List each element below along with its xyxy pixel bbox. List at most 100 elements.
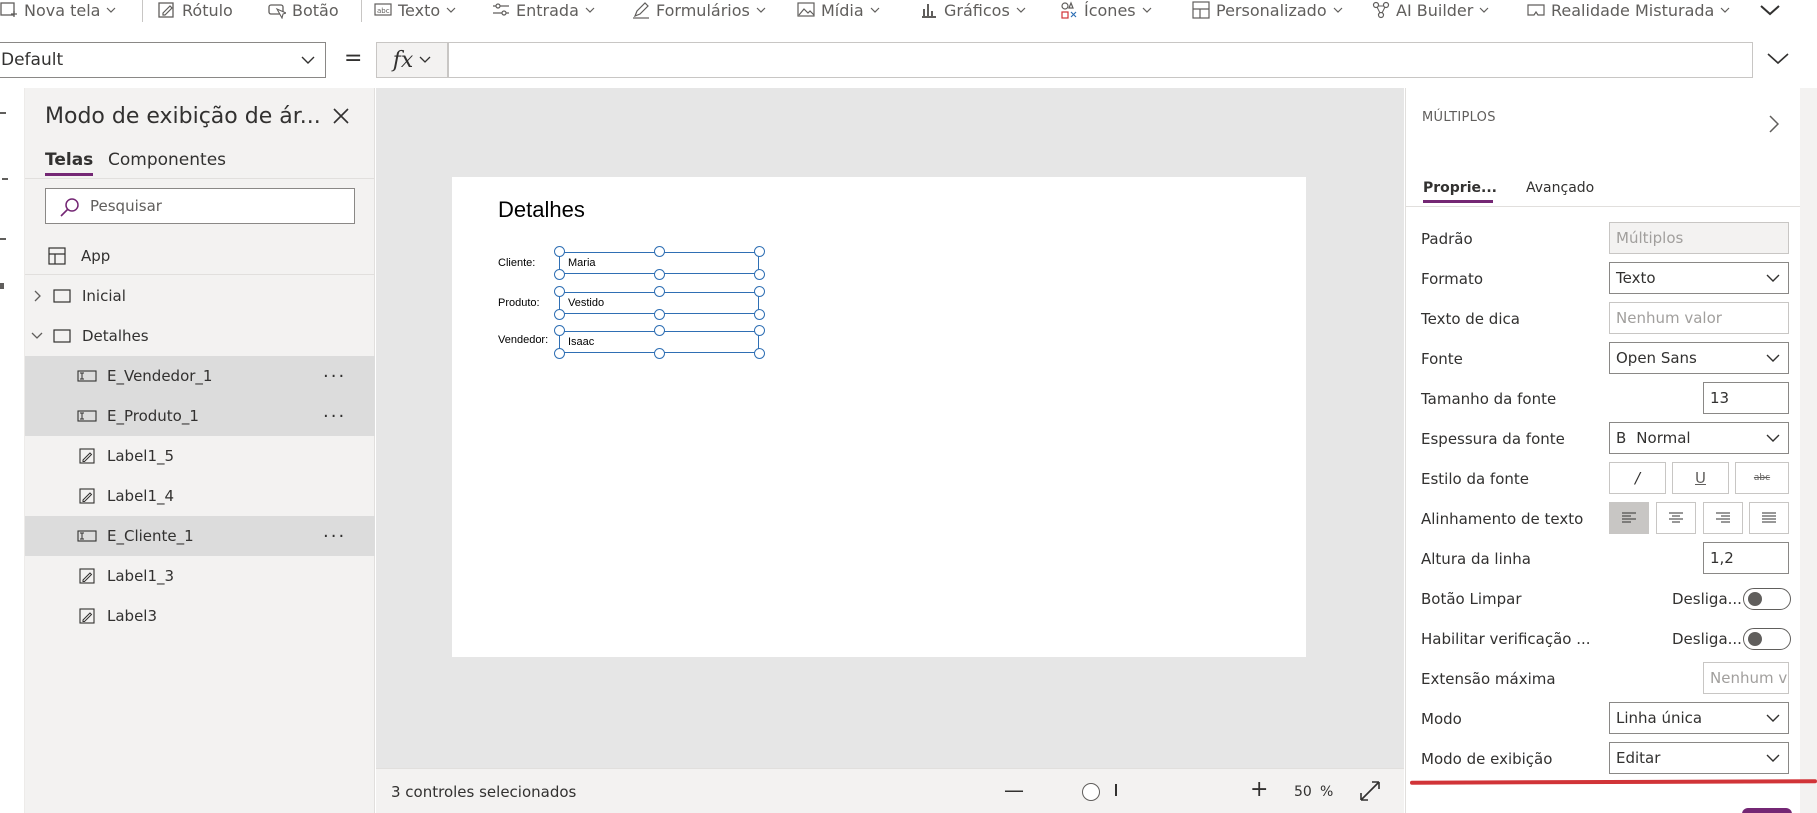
ribbon-charts-menu[interactable]: Gráficos <box>920 0 1026 20</box>
tree-node-label-control[interactable]: Label1_3 <box>25 556 375 596</box>
tree-node-text-input[interactable]: E_Produto_1 ··· <box>25 396 375 436</box>
ribbon-forms-menu[interactable]: Formulários <box>632 0 766 20</box>
hint-text-input[interactable]: Nenhum valor <box>1609 302 1789 334</box>
tab-componentes[interactable]: Componentes <box>108 150 226 170</box>
resize-handle[interactable] <box>754 246 765 257</box>
chevron-down-icon <box>1720 7 1730 13</box>
align-right-button[interactable] <box>1703 502 1743 534</box>
italic-button[interactable]: / <box>1609 462 1666 494</box>
zoom-value[interactable]: 50 <box>1294 784 1312 800</box>
chevron-down-icon[interactable] <box>31 332 43 340</box>
prop-row-default: Padrão Múltiplos <box>1406 218 1801 258</box>
text-input-icon <box>77 530 97 542</box>
property-dropdown[interactable]: Default <box>0 42 326 78</box>
label-edit-icon <box>79 608 95 624</box>
resize-handle[interactable] <box>654 348 665 359</box>
tree-node-label-control[interactable]: Label1_5 <box>25 436 375 476</box>
ribbon-mixed-reality-menu[interactable]: Realidade Misturada <box>1527 0 1730 20</box>
label-edit-icon <box>158 2 174 18</box>
chevron-right-icon[interactable] <box>1768 114 1780 134</box>
tab-telas[interactable]: Telas <box>45 150 94 176</box>
strikethrough-button[interactable]: abc <box>1735 462 1789 494</box>
ribbon-label-button[interactable]: Rótulo <box>158 0 233 20</box>
resize-handle[interactable] <box>554 348 565 359</box>
tree-node-text-input[interactable]: E_Cliente_1 ··· <box>25 516 375 556</box>
tree-node-label-control[interactable]: Label3 <box>25 596 375 636</box>
resize-handle[interactable] <box>754 309 765 320</box>
ribbon-custom-menu[interactable]: Personalizado <box>1192 0 1343 20</box>
font-dropdown[interactable]: Open Sans <box>1609 342 1789 374</box>
tab-properties[interactable]: Proprie... <box>1423 180 1497 203</box>
search-input[interactable]: Pesquisar <box>45 188 355 224</box>
tree-node-label: E_Cliente_1 <box>107 527 194 545</box>
ribbon-input-menu[interactable]: Entrada <box>492 0 595 20</box>
max-length-input[interactable]: Nenhum val <box>1703 662 1789 694</box>
scrollbar-track[interactable] <box>1800 88 1817 813</box>
tree-node-app[interactable]: App <box>25 236 375 276</box>
toggle-partial[interactable] <box>1742 808 1792 813</box>
resize-handle[interactable] <box>554 325 565 336</box>
ribbon-button-button[interactable]: Botão <box>268 0 339 20</box>
resize-handle[interactable] <box>754 348 765 359</box>
ribbon-icons-menu[interactable]: Ícones <box>1060 0 1152 20</box>
resize-handle[interactable] <box>654 325 665 336</box>
fit-to-window-icon[interactable] <box>1359 780 1381 802</box>
tree-node-screen[interactable]: Detalhes <box>25 316 375 356</box>
dropdown-value: Open Sans <box>1616 349 1697 367</box>
default-value-field[interactable]: Múltiplos <box>1609 222 1789 254</box>
ribbon-new-screen[interactable]: Nova tela <box>0 0 116 20</box>
mode-dropdown[interactable]: Linha única <box>1609 702 1789 734</box>
tree-node-text-input[interactable]: E_Vendedor_1 ··· <box>25 356 375 396</box>
close-icon[interactable] <box>333 108 349 124</box>
display-mode-dropdown[interactable]: Editar <box>1609 742 1789 774</box>
align-center-button[interactable] <box>1656 502 1696 534</box>
ribbon-text-menu[interactable]: abc Texto <box>374 0 456 20</box>
align-left-button[interactable] <box>1609 502 1649 534</box>
prop-row-display-mode: Modo de exibição Editar <box>1406 738 1801 778</box>
font-size-input[interactable]: 13 <box>1703 382 1789 414</box>
resize-handle[interactable] <box>654 269 665 280</box>
align-justify-button[interactable] <box>1749 502 1789 534</box>
rail-data-icon[interactable] <box>0 283 4 289</box>
ribbon-collapse-button[interactable] <box>1759 0 1781 20</box>
field-label: Produto: <box>498 297 540 309</box>
more-options-icon[interactable]: ··· <box>323 406 346 427</box>
tree-node-screen[interactable]: Inicial <box>25 276 375 316</box>
resize-handle[interactable] <box>654 286 665 297</box>
resize-handle[interactable] <box>554 286 565 297</box>
spellcheck-toggle[interactable] <box>1743 628 1791 650</box>
resize-handle[interactable] <box>754 286 765 297</box>
resize-handle[interactable] <box>754 269 765 280</box>
chevron-down-icon[interactable] <box>1766 52 1790 66</box>
format-dropdown[interactable]: Texto <box>1609 262 1789 294</box>
resize-handle[interactable] <box>554 246 565 257</box>
rail-insert-icon[interactable] <box>0 238 6 240</box>
tree-node-label-control[interactable]: Label1_4 <box>25 476 375 516</box>
tab-advanced[interactable]: Avançado <box>1526 180 1594 196</box>
chevron-down-icon <box>1760 5 1780 16</box>
tree-divider <box>25 274 375 275</box>
zoom-out-button[interactable]: — <box>1004 778 1024 802</box>
font-weight-dropdown[interactable]: B Normal <box>1609 422 1789 454</box>
more-options-icon[interactable]: ··· <box>323 366 346 387</box>
app-screen[interactable]: Detalhes Cliente: Maria Produto: Vestido… <box>452 177 1306 657</box>
underline-button[interactable]: U <box>1672 462 1729 494</box>
clear-button-toggle[interactable] <box>1743 588 1791 610</box>
zoom-in-button[interactable]: + <box>1250 777 1268 802</box>
resize-handle[interactable] <box>554 269 565 280</box>
line-height-input[interactable]: 1,2 <box>1703 542 1789 574</box>
search-placeholder: Pesquisar <box>90 197 162 215</box>
resize-handle[interactable] <box>554 309 565 320</box>
resize-handle[interactable] <box>654 309 665 320</box>
resize-handle[interactable] <box>654 246 665 257</box>
formula-input[interactable] <box>448 42 1753 78</box>
rail-tree-view-button[interactable] <box>0 148 22 206</box>
ribbon-ai-builder-menu[interactable]: AI Builder <box>1372 0 1489 20</box>
rail-menu-icon[interactable] <box>0 112 6 114</box>
chevron-right-icon[interactable] <box>34 290 42 302</box>
fx-button[interactable]: fx <box>376 42 448 78</box>
zoom-slider-thumb[interactable] <box>1082 783 1100 801</box>
resize-handle[interactable] <box>754 325 765 336</box>
more-options-icon[interactable]: ··· <box>323 526 346 547</box>
ribbon-media-menu[interactable]: Mídia <box>797 0 880 20</box>
